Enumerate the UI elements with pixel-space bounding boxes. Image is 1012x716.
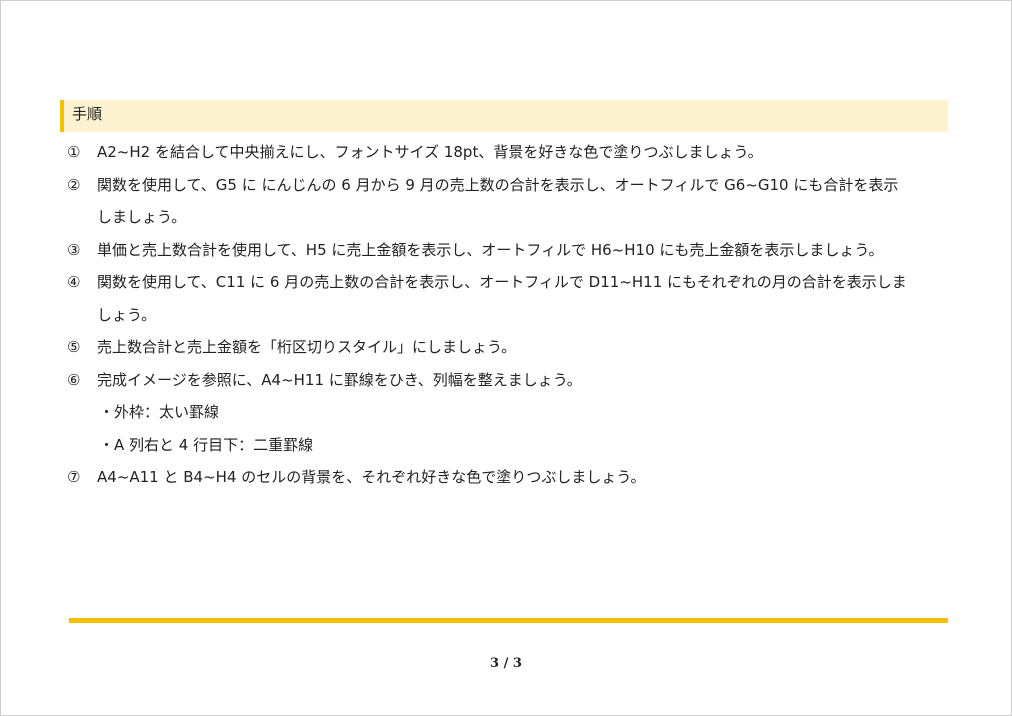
step-number: ① bbox=[67, 143, 81, 161]
step-item: ⑤ 売上数合計と売上金額を「桁区切りスタイル」にしましょう。 bbox=[67, 331, 957, 364]
step-subitem: ・A 列右と 4 行目下：二重罫線 bbox=[99, 435, 314, 454]
step-text-continued: しましょう。 bbox=[97, 208, 187, 226]
step-text: 売上数合計と売上金額を「桁区切りスタイル」にしましょう。 bbox=[97, 338, 517, 356]
step-number: ② bbox=[67, 175, 81, 194]
section-heading: 手順 bbox=[60, 100, 948, 132]
page-number: 3 / 3 bbox=[490, 656, 522, 671]
step-text: 関数を使用して、G5 に にんじんの 6 月から 9 月の売上数の合計を表示し、… bbox=[97, 175, 899, 194]
step-text: A4~A11 と B4~H4 のセルの背景を、それぞれ好きな色で塗りつぶしましょ… bbox=[97, 468, 646, 486]
step-item: ③ 単価と売上数合計を使用して、H5 に売上金額を表示し、オートフィルで H6~… bbox=[67, 234, 957, 267]
step-number: ④ bbox=[67, 273, 81, 291]
step-item: ④ 関数を使用して、C11 に 6 月の売上数の合計を表示し、オートフィルで D… bbox=[67, 266, 957, 331]
document-page: 手順 ① A2~H2 を結合して中央揃えにし、フォントサイズ 18pt、背景を好… bbox=[0, 0, 1012, 716]
step-number: ③ bbox=[67, 240, 81, 259]
footer-rule bbox=[69, 618, 948, 623]
step-number: ⑥ bbox=[67, 370, 81, 389]
section-heading-text: 手順 bbox=[72, 105, 103, 123]
step-text: 完成イメージを参照に、A4~H11 に罫線をひき、列幅を整えましょう。 bbox=[97, 370, 582, 389]
step-text: 単価と売上数合計を使用して、H5 に売上金額を表示し、オートフィルで H6~H1… bbox=[97, 240, 884, 259]
step-number: ⑦ bbox=[67, 468, 81, 486]
step-text: A2~H2 を結合して中央揃えにし、フォントサイズ 18pt、背景を好きな色で塗… bbox=[97, 143, 763, 161]
step-subitem: ・外枠：太い罫線 bbox=[99, 403, 220, 421]
step-item: ② 関数を使用して、G5 に にんじんの 6 月から 9 月の売上数の合計を表示… bbox=[67, 169, 957, 234]
step-text: 関数を使用して、C11 に 6 月の売上数の合計を表示し、オートフィルで D11… bbox=[97, 273, 907, 291]
step-text-continued: しょう。 bbox=[97, 305, 157, 324]
steps-list: ① A2~H2 を結合して中央揃えにし、フォントサイズ 18pt、背景を好きな色… bbox=[67, 136, 957, 494]
step-item: ⑥ 完成イメージを参照に、A4~H11 に罫線をひき、列幅を整えましょう。 bbox=[67, 364, 957, 397]
step-item: ⑦ A4~A11 と B4~H4 のセルの背景を、それぞれ好きな色で塗りつぶしま… bbox=[67, 461, 957, 494]
step-number: ⑤ bbox=[67, 338, 81, 356]
step-item: ① A2~H2 を結合して中央揃えにし、フォントサイズ 18pt、背景を好きな色… bbox=[67, 136, 957, 169]
